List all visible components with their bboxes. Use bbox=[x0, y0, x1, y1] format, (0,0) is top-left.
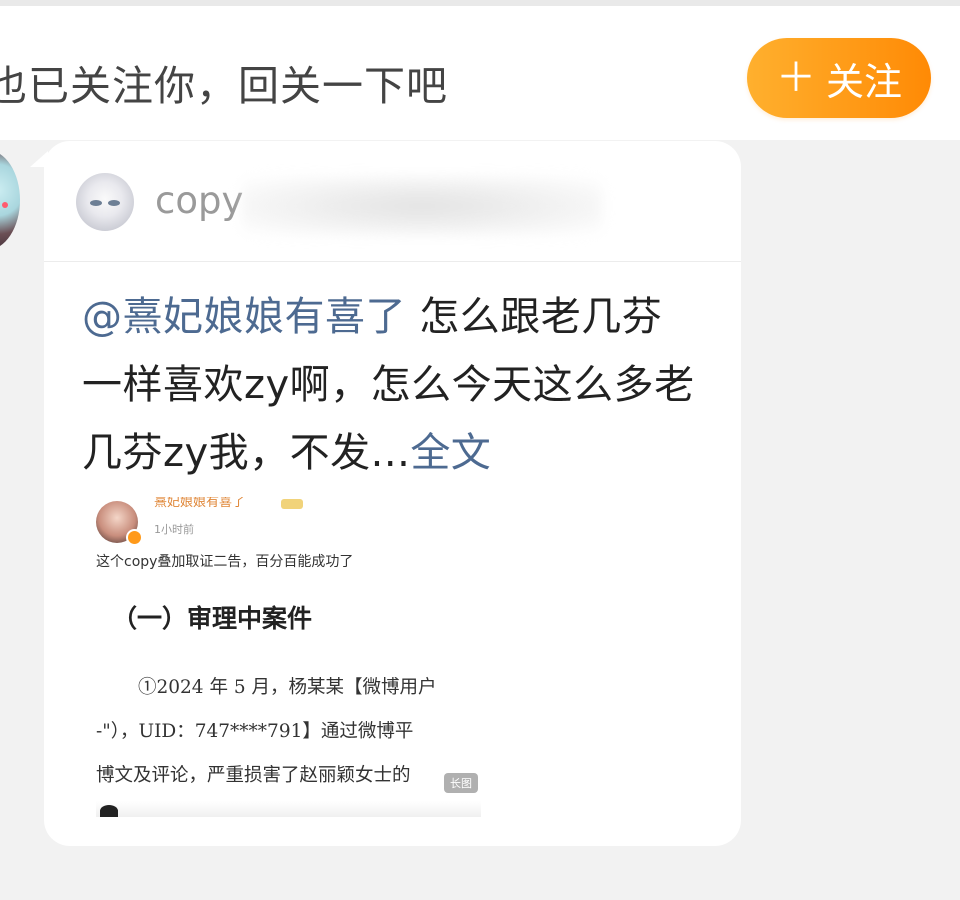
shared-post-card[interactable]: copy @熹妃娘娘有喜了 怎么跟老几芬一样喜欢zy啊，怎么今天这么多老几芬zy… bbox=[44, 141, 741, 846]
follow-button[interactable]: ＋ 关注 bbox=[747, 38, 931, 118]
embedded-name-badge bbox=[281, 499, 303, 509]
embedded-avatar bbox=[96, 501, 143, 546]
post-body: @熹妃娘娘有喜了 怎么跟老几芬一样喜欢zy啊，怎么今天这么多老几芬zy我，不发.… bbox=[82, 283, 702, 487]
author-avatar[interactable] bbox=[76, 173, 134, 231]
mention-link[interactable]: @熹妃娘娘有喜了 bbox=[82, 294, 406, 340]
follow-back-text: 也已关注你，回关一下吧 bbox=[0, 62, 448, 110]
document-line: 博文及评论，严重损害了赵丽颖女士的 bbox=[96, 765, 411, 786]
document-line: ①2024 年 5 月，杨某某【微博用户 bbox=[138, 677, 437, 698]
full-text-link[interactable]: 全文 bbox=[410, 430, 491, 476]
plus-icon: ＋ bbox=[775, 55, 816, 101]
follow-back-banner: 也已关注你，回关一下吧 ＋ 关注 bbox=[0, 6, 960, 140]
post-image[interactable]: 熹妃娘娘有喜了 1小时前 这个copy叠加取证二告，百分百能成功了 （一）审理中… bbox=[96, 497, 481, 817]
avatar-decoration bbox=[2, 202, 8, 208]
follow-button-label: 关注 bbox=[825, 59, 902, 104]
sender-avatar[interactable] bbox=[0, 150, 20, 250]
embedded-timestamp: 1小时前 bbox=[154, 523, 194, 536]
embedded-user-name: 熹妃娘娘有喜了 bbox=[154, 497, 246, 510]
avatar-eye-right bbox=[108, 200, 120, 206]
image-bottom-fade bbox=[96, 801, 481, 817]
name-redaction-blur bbox=[242, 177, 602, 235]
author-name[interactable]: copy bbox=[155, 179, 243, 222]
verified-badge-icon bbox=[126, 529, 143, 546]
cropped-avatar bbox=[100, 805, 118, 817]
long-image-tag: 长图 bbox=[444, 773, 478, 793]
avatar-eye-left bbox=[90, 200, 102, 206]
embedded-caption: 这个copy叠加取证二告，百分百能成功了 bbox=[96, 554, 354, 570]
document-line: -"），UID：747****791】通过微博平 bbox=[96, 721, 414, 742]
document-heading: （一）审理中案件 bbox=[112, 604, 313, 633]
post-header: copy bbox=[44, 141, 741, 262]
